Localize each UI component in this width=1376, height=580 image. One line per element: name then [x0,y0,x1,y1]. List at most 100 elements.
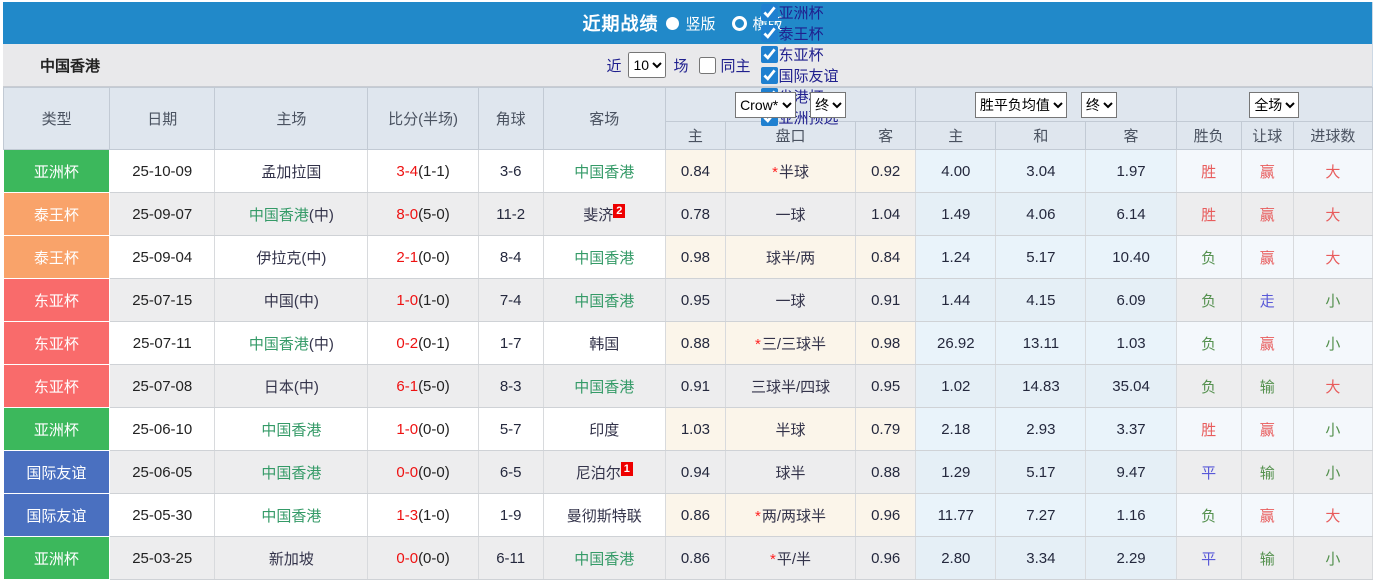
fulltime-score: 3-4 [396,162,419,180]
date-cell: 25-05-30 [109,493,216,537]
corner-cell: 1-7 [478,321,544,365]
home-team-suffix: (中) [308,206,334,224]
mean-draw-cell: 13.11 [995,321,1087,365]
col-home: 主场 [214,87,369,150]
odds-home-cell: 0.94 [665,450,726,494]
home-team-cell: 新加坡 [214,536,369,580]
score-cell: 3-4(1-1) [367,149,479,193]
type-badge: 东亚杯 [3,278,111,322]
mean-lose-cell: 1.97 [1085,149,1177,193]
handicap-cell: 一球 [725,192,857,236]
odds-away-cell: 0.79 [855,407,917,451]
same-home-label: 同主 [720,57,751,75]
handicap-text: 平/半 [776,550,812,568]
mean-draw-cell: 7.27 [995,493,1087,537]
mean-win-cell: 4.00 [915,149,997,193]
date-cell: 25-10-09 [109,149,216,193]
halftime-score: (0-1) [418,334,450,352]
mean-lose-cell: 1.03 [1085,321,1177,365]
goals-result-cell: 小 [1293,450,1374,494]
table-row: 泰王杯 25-09-07 中国香港(中) 8-0(5-0) 11-2 斐济 2 0.78 一球 1… [3,192,1374,236]
away-team-name: 中国香港 [574,550,635,568]
fulltime-score: 6-1 [396,377,419,395]
mean-draw-cell: 4.15 [995,278,1087,322]
goals-result-cell: 小 [1293,321,1374,365]
mean-draw-cell: 4.06 [995,192,1087,236]
odds-home-cell: 0.86 [665,536,726,580]
odds-home-cell: 0.98 [665,235,726,279]
recent-count-select[interactable]: 10 [628,52,667,78]
away-team-cell: 曼彻斯特联 [543,493,666,537]
goals-result-cell: 小 [1293,536,1374,580]
type-badge: 泰王杯 [3,192,111,236]
fulltime-score: 1-3 [396,506,419,524]
handicap-cell: 半球 [725,407,857,451]
competition-checkbox-1[interactable] [760,25,778,42]
home-team-name: 新加坡 [268,550,314,568]
handicap-text: 半球 [778,163,809,181]
col-mean-away: 客 [1085,121,1177,150]
home-team-name: 中国香港 [261,507,322,525]
halftime-score: (0-0) [418,420,450,438]
handicap-cell: 球半/两 [725,235,857,279]
odds-home-cell: 0.95 [665,278,726,322]
halftime-score: (1-1) [418,162,450,180]
mean-win-cell: 2.80 [915,536,997,580]
home-team-name: 中国香港 [261,464,322,482]
mean-lose-cell: 9.47 [1085,450,1177,494]
away-team-rank-badge: 1 [620,461,633,476]
odds-home-cell: 1.03 [665,407,726,451]
away-team-cell: 尼泊尔 1 [543,450,666,494]
away-team-cell: 中国香港 [543,149,666,193]
corner-cell: 1-9 [478,493,544,537]
mean-draw-cell: 3.34 [995,536,1087,580]
home-team-name: 中国香港 [248,335,309,353]
corner-cell: 8-4 [478,235,544,279]
home-team-suffix: (中) [301,249,327,267]
competition-checkbox-3[interactable] [760,67,778,84]
handicap-star: * [755,335,761,353]
handicap-cell: *三/三球半 [725,321,857,365]
outcome-cell: 胜 [1176,149,1242,193]
handicap-star: * [755,507,761,525]
score-cell: 1-3(1-0) [367,493,479,537]
handicap-result-cell: 赢 [1241,321,1294,365]
handicap-text: 两/两球半 [761,507,827,525]
table-row: 东亚杯 25-07-15 中国(中) 1-0(1-0) 7-4 中国香港 0.95 一球 0.9… [3,278,1374,322]
outcome-cell: 负 [1176,235,1242,279]
corner-cell: 6-11 [478,536,544,580]
competition-label-3: 国际友谊 [778,68,839,85]
same-home-checkbox[interactable] [698,56,716,74]
mean-lose-cell: 3.37 [1085,407,1177,451]
away-team-cell: 印度 [543,407,666,451]
home-team-name: 伊拉克 [256,249,302,267]
score-cell: 1-0(1-0) [367,278,479,322]
scope-select[interactable]: 全场 [1249,91,1300,118]
competition-checkbox-2[interactable] [760,46,778,63]
mean-win-cell: 26.92 [915,321,997,365]
goals-result-cell: 大 [1293,149,1374,193]
handicap-result-cell: 赢 [1241,407,1294,451]
filter-controls: 近 10 场 同主 亚洲杯 泰王杯 东亚杯 国际友谊 省港杯 亚洲预选 [383,2,1062,128]
recent-label: 近 [606,57,622,75]
away-team-name: 印度 [589,421,620,439]
halftime-score: (0-0) [418,463,450,481]
score-cell: 6-1(5-0) [367,364,479,408]
competition-checkbox-0[interactable] [760,4,778,21]
odds-source-select[interactable]: Crow* [735,91,797,118]
handicap-star: * [772,163,778,181]
outcome-cell: 负 [1176,321,1242,365]
odds-time-select-2[interactable]: 终 [1080,91,1117,118]
handicap-text: 半球 [775,421,806,439]
mean-lose-cell: 6.14 [1085,192,1177,236]
home-team-name: 日本 [263,378,294,396]
type-badge: 国际友谊 [3,450,111,494]
odds-away-cell: 0.84 [855,235,917,279]
table-row: 亚洲杯 25-10-09 孟加拉国 3-4(1-1) 3-6 中国香港 0.84 *半球 0.9… [3,149,1374,193]
score-cell: 8-0(5-0) [367,192,479,236]
handicap-result-cell: 输 [1241,450,1294,494]
odds-time-select-1[interactable]: 终 [810,91,847,118]
handicap-star: * [770,550,776,568]
mean-type-select[interactable]: 胜平负均值 [974,91,1067,118]
odds-away-cell: 0.91 [855,278,917,322]
